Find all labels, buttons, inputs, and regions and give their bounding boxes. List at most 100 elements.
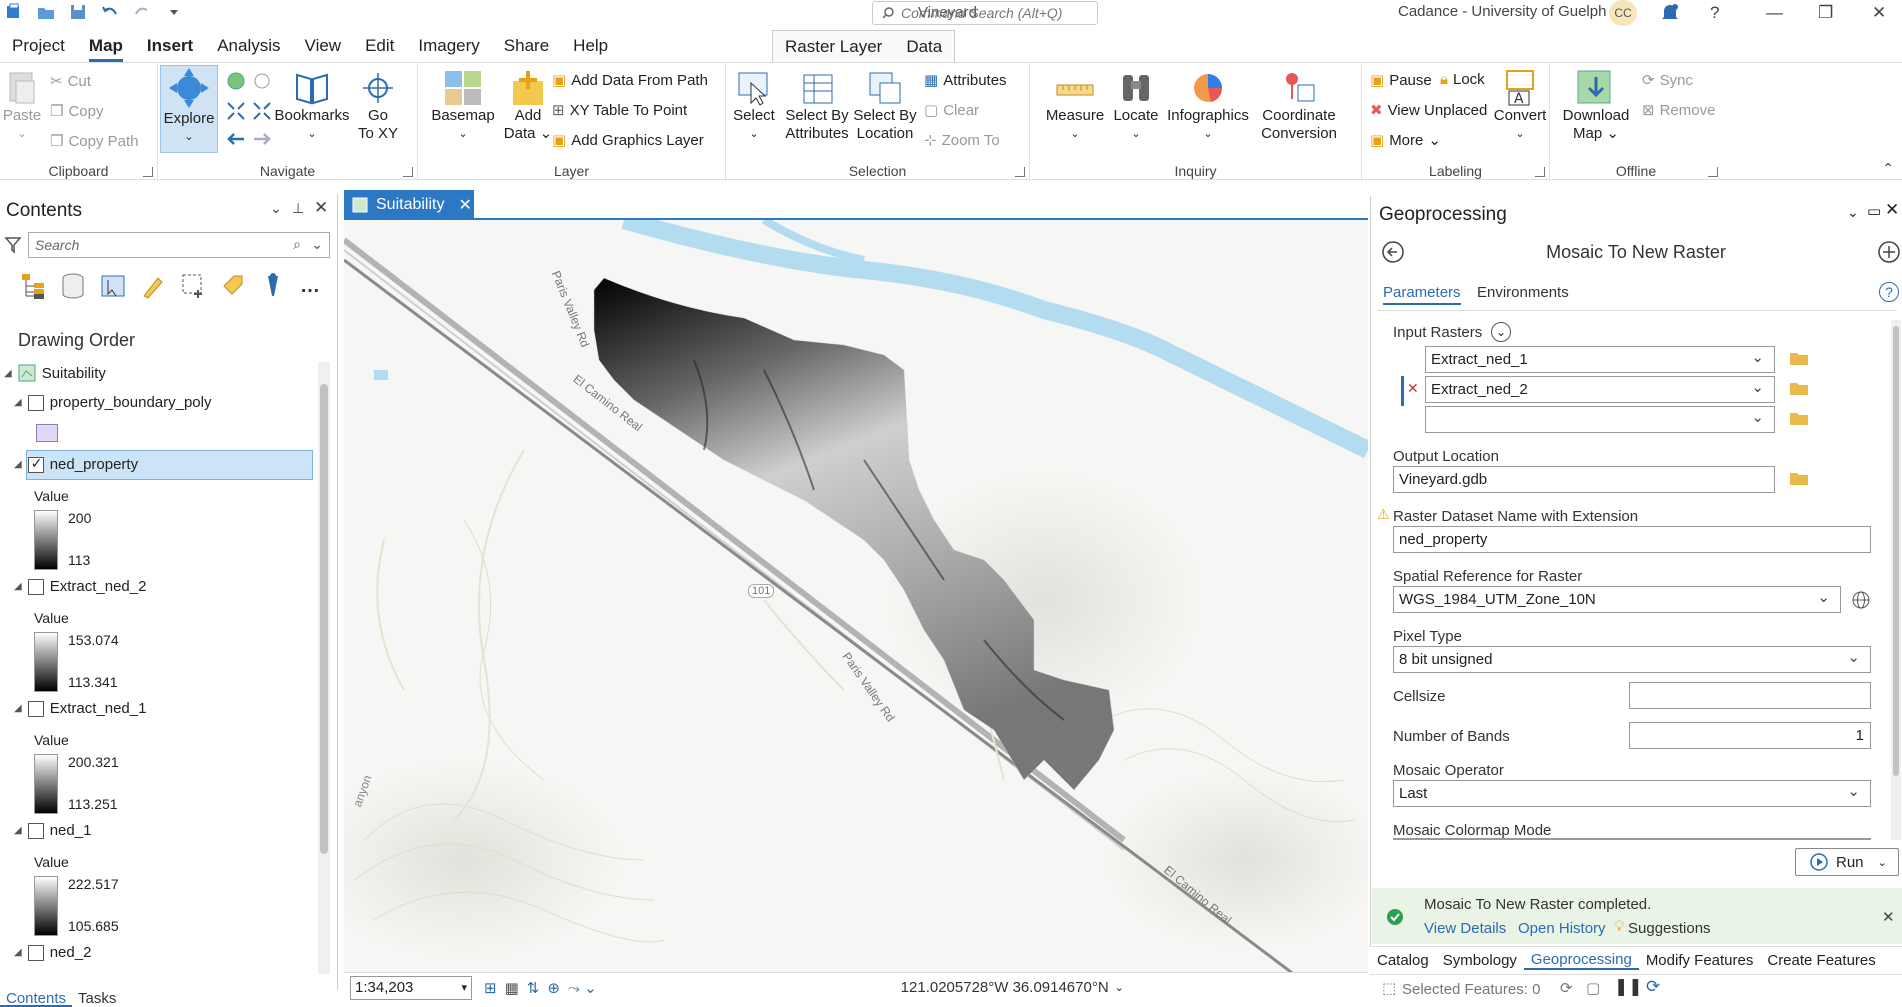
layer-visibility-checkbox[interactable]: ✓: [27, 455, 44, 473]
polygon-symbol-swatch[interactable]: [36, 424, 58, 442]
avatar[interactable]: CC: [1609, 0, 1637, 26]
contents-scrollbar[interactable]: [318, 362, 330, 974]
redo-icon[interactable]: [132, 2, 152, 22]
layer-visibility-checkbox[interactable]: [27, 394, 44, 411]
contents-search-input[interactable]: Search ⌕ ⌄: [28, 232, 330, 258]
list-by-snapping-icon[interactable]: [180, 272, 206, 300]
bookmarks-button[interactable]: Bookmarks ⌄: [274, 69, 350, 143]
refresh-selection-icon[interactable]: ⟳: [1560, 979, 1573, 997]
suggestions-link[interactable]: Suggestions: [1628, 920, 1711, 937]
search-options-icon[interactable]: ⌄: [311, 236, 323, 253]
colormap-field-edge[interactable]: [1393, 838, 1871, 840]
copy-path-button[interactable]: ❐ Copy Path: [50, 132, 139, 151]
layer-ned-property[interactable]: ◢ ✓ ned_property: [14, 455, 138, 474]
collapse-triangle-icon[interactable]: ◢: [14, 947, 22, 958]
tab-catalog[interactable]: Catalog: [1370, 952, 1436, 969]
basemap-button[interactable]: Basemap ⌄: [428, 69, 498, 143]
fixed-zoom-icon[interactable]: [252, 71, 272, 91]
tab-contents[interactable]: Contents: [0, 990, 73, 1007]
map-canvas[interactable]: Paris Valley Rd El Camino Real 101 Paris…: [344, 220, 1368, 972]
tab-view[interactable]: View: [293, 30, 354, 62]
download-map-button[interactable]: Download Map ⌄: [1558, 69, 1634, 143]
selection-launcher[interactable]: [1015, 167, 1025, 177]
layer-visibility-checkbox[interactable]: [27, 944, 44, 961]
list-by-editing-icon[interactable]: [140, 272, 166, 300]
scrollbar-thumb[interactable]: [1893, 326, 1899, 776]
pin-icon[interactable]: ⊥: [292, 200, 304, 217]
help-icon[interactable]: ?: [1710, 3, 1719, 23]
parameters-scrollbar[interactable]: [1891, 320, 1901, 840]
layer-ned-2[interactable]: ◢ ned_2: [14, 944, 91, 961]
new-project-icon[interactable]: [4, 2, 24, 22]
tab-modify-features[interactable]: Modify Features: [1639, 952, 1761, 969]
stretch-color-ramp[interactable]: [34, 510, 58, 570]
select-button[interactable]: Select ⌄: [730, 69, 778, 143]
map-scale-selector[interactable]: 1:34,203 ▾: [350, 975, 472, 1000]
dataset-name-input[interactable]: ned_property: [1393, 526, 1871, 553]
full-extent-icon[interactable]: [226, 71, 246, 91]
zoom-in-arrows-icon[interactable]: [226, 101, 246, 121]
browse-folder-icon[interactable]: [1789, 470, 1809, 486]
labeling-launcher[interactable]: [1535, 167, 1545, 177]
convert-button[interactable]: A Convert ⌄: [1492, 69, 1548, 143]
map-item-suitability[interactable]: ◢ Suitability: [4, 364, 106, 382]
tab-analysis[interactable]: Analysis: [205, 30, 292, 62]
collapse-ribbon-icon[interactable]: ⌃: [1882, 160, 1894, 177]
tab-share[interactable]: Share: [492, 30, 561, 62]
more-labeling-button[interactable]: ▣ More ⌄: [1370, 131, 1441, 150]
customize-qat-icon[interactable]: [164, 2, 184, 22]
list-by-selection-icon[interactable]: [100, 272, 126, 300]
layer-visibility-checkbox[interactable]: [27, 822, 44, 839]
number-of-bands-input[interactable]: 1: [1629, 722, 1871, 749]
clear-button[interactable]: ▢ Clear: [924, 101, 979, 120]
minimize-icon[interactable]: —: [1766, 3, 1783, 23]
go-to-xy-button[interactable]: Go To XY: [354, 69, 402, 143]
pixel-type-select[interactable]: 8 bit unsigned: [1393, 646, 1871, 673]
layer-property-boundary-poly[interactable]: ◢ property_boundary_poly: [14, 394, 211, 411]
notification-bell-icon[interactable]: [1660, 2, 1680, 24]
input-raster-1[interactable]: Extract_ned_1: [1425, 346, 1775, 373]
collapse-triangle-icon[interactable]: ◢: [14, 581, 22, 592]
clear-selection-icon[interactable]: ▢: [1586, 979, 1600, 997]
remove-row-icon[interactable]: ✕: [1407, 380, 1419, 397]
layer-visibility-checkbox[interactable]: [27, 700, 44, 717]
add-graphics-layer-button[interactable]: ▣ Add Graphics Layer: [552, 131, 704, 150]
add-tool-icon[interactable]: [1877, 240, 1901, 264]
list-by-perspective-icon[interactable]: [260, 272, 286, 300]
filter-icon[interactable]: [4, 236, 22, 254]
locate-button[interactable]: Locate ⌄: [1108, 69, 1164, 143]
next-extent-icon[interactable]: [252, 129, 272, 149]
cellsize-input[interactable]: [1629, 682, 1871, 709]
explore-button[interactable]: Explore ⌄: [160, 65, 218, 153]
tab-tasks[interactable]: Tasks: [72, 990, 122, 1007]
more-options-icon[interactable]: …: [300, 275, 320, 298]
navigate-launcher[interactable]: [403, 167, 413, 177]
view-details-link[interactable]: View Details: [1424, 920, 1506, 937]
tab-symbology[interactable]: Symbology: [1436, 952, 1524, 969]
offline-launcher[interactable]: [1708, 167, 1718, 177]
view-unplaced-button[interactable]: ✖ View Unplaced: [1370, 101, 1487, 120]
layer-extract-ned-1[interactable]: ◢ Extract_ned_1: [14, 700, 146, 717]
scrollbar-thumb[interactable]: [320, 384, 328, 854]
collapse-triangle-icon[interactable]: ◢: [14, 825, 22, 836]
close-tab-icon[interactable]: ✕: [458, 195, 471, 215]
list-by-source-icon[interactable]: [60, 272, 86, 300]
output-location-input[interactable]: Vineyard.gdb: [1393, 466, 1775, 493]
command-search[interactable]: Command Search (Alt+Q): [872, 1, 1098, 25]
layer-visibility-checkbox[interactable]: [27, 578, 44, 595]
coordinate-conversion-button[interactable]: Coordinate Conversion: [1252, 69, 1346, 143]
layer-ned-1[interactable]: ◢ ned_1: [14, 822, 91, 839]
tab-create-features[interactable]: Create Features: [1760, 952, 1882, 969]
measure-button[interactable]: Measure ⌄: [1044, 69, 1106, 143]
select-by-location-button[interactable]: Select By Location: [852, 69, 918, 143]
warning-icon[interactable]: ⚠: [1377, 506, 1390, 523]
tab-raster-layer[interactable]: Raster Layer: [773, 31, 894, 63]
tab-geoprocessing[interactable]: Geoprocessing: [1523, 951, 1639, 970]
spatial-reference-select[interactable]: WGS_1984_UTM_Zone_10N: [1393, 586, 1841, 613]
rotation-icon[interactable]: ⊕: [547, 979, 560, 997]
copy-button[interactable]: ❐ Copy: [50, 102, 103, 121]
navigation-icon[interactable]: ⤳ ⌄: [568, 979, 597, 997]
clipboard-launcher[interactable]: [143, 167, 153, 177]
paste-button[interactable]: Paste ⌄: [2, 69, 42, 143]
collapse-triangle-icon[interactable]: ◢: [14, 703, 22, 714]
